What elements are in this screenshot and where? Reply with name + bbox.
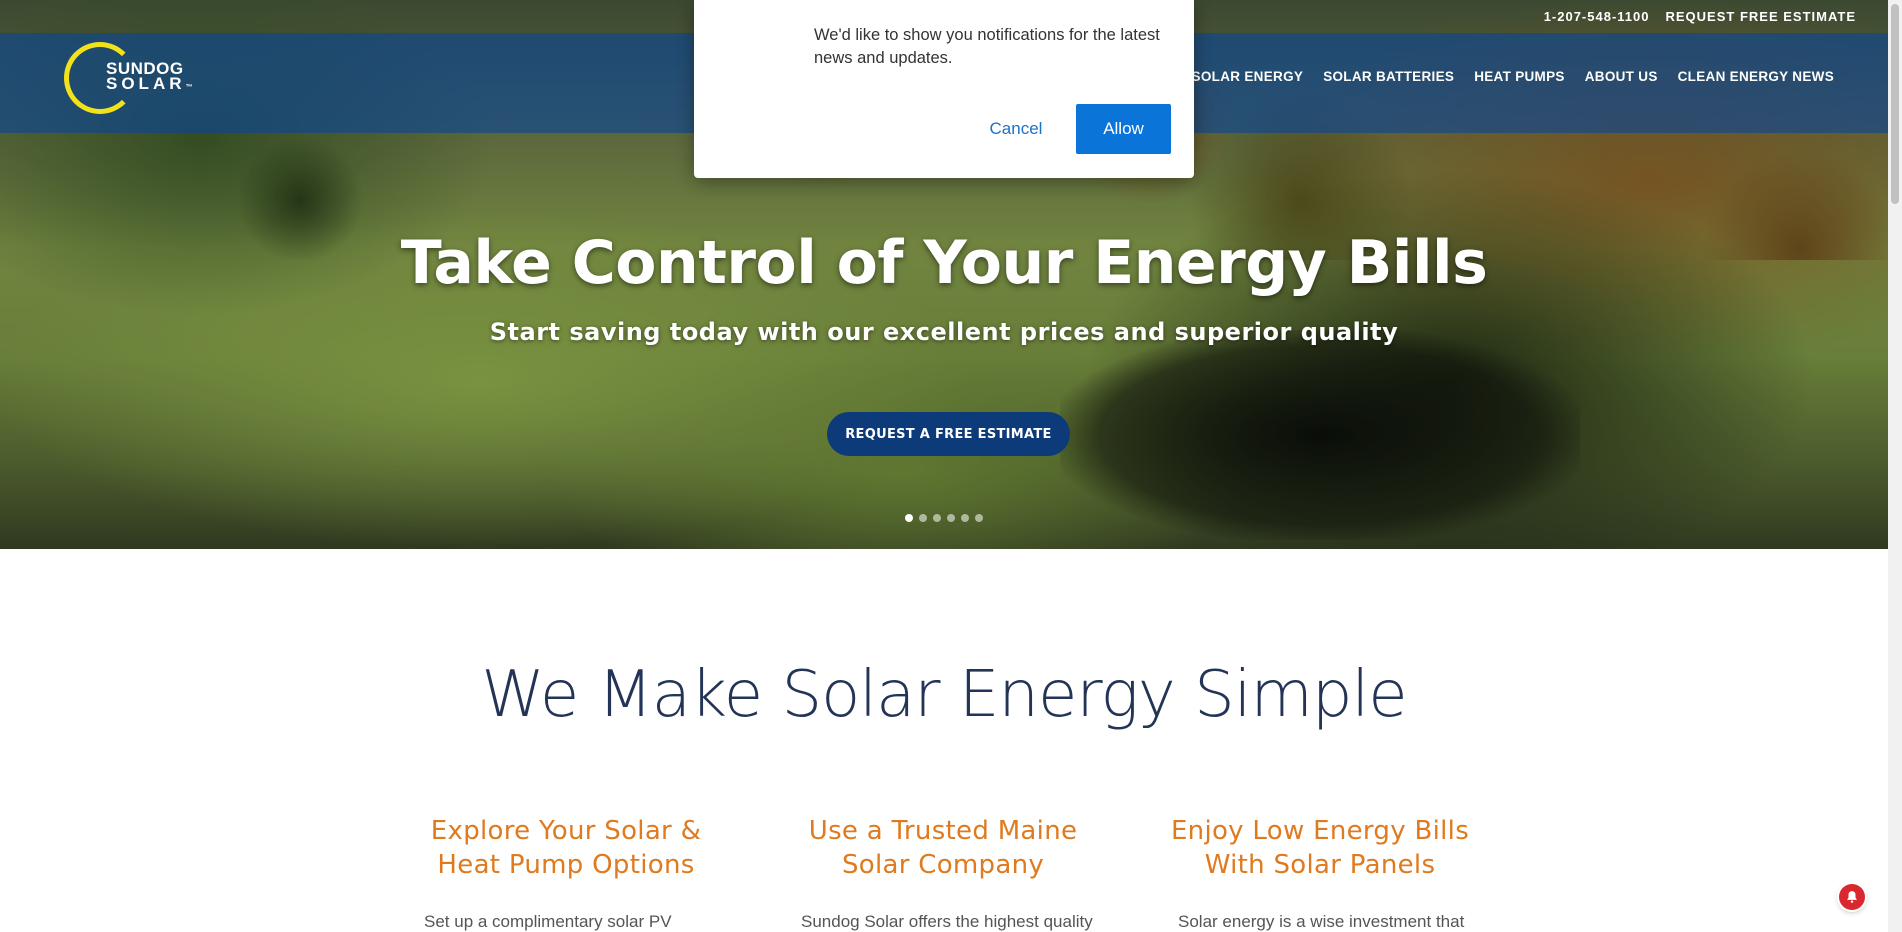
carousel-dots — [905, 514, 983, 522]
notification-permission-popup: We'd like to show you notifications for … — [694, 0, 1194, 178]
nav-heat-pumps[interactable]: HEAT PUMPS — [1474, 69, 1565, 84]
feature-body-trusted: Sundog Solar offers the highest quality — [801, 912, 1093, 931]
scrollbar-thumb[interactable] — [1891, 4, 1899, 204]
bell-glyph-icon — [1847, 891, 1857, 903]
feature-body-options: Set up a complimentary solar PV — [424, 912, 672, 931]
feature-title-trusted: Use a Trusted Maine Solar Company — [808, 816, 1078, 880]
feature-column-options: Explore Your Solar & Heat Pump Options S… — [416, 814, 716, 932]
feature-title-low-bills: Enjoy Low Energy Bills With Solar Panels — [1170, 816, 1470, 880]
carousel-dot-1[interactable] — [905, 514, 913, 522]
nav-clean-energy-news[interactable]: CLEAN ENERGY NEWS — [1678, 69, 1834, 84]
feature-column-low-bills: Enjoy Low Energy Bills With Solar Panels… — [1170, 814, 1470, 932]
top-estimate-link[interactable]: REQUEST FREE ESTIMATE — [1666, 9, 1857, 24]
carousel-dot-6[interactable] — [975, 514, 983, 522]
request-estimate-button[interactable]: REQUEST A FREE ESTIMATE — [827, 412, 1070, 456]
logo-text: SUNDOG SOLAR™ — [106, 60, 193, 95]
section-headline: We Make Solar Energy Simple — [481, 658, 1407, 732]
sundog-solar-logo[interactable]: SUNDOG SOLAR™ — [64, 42, 194, 118]
popup-message: We'd like to show you notifications for … — [814, 26, 1160, 67]
carousel-dot-2[interactable] — [919, 514, 927, 522]
popup-cancel-button[interactable]: Cancel — [976, 104, 1056, 154]
phone-link[interactable]: 1-207-548-1100 — [1544, 9, 1650, 24]
nav-solar-batteries[interactable]: SOLAR BATTERIES — [1323, 69, 1454, 84]
hero-title: Take Control of Your Energy Bills — [400, 228, 1488, 298]
page-scrollbar[interactable] — [1888, 0, 1902, 932]
notification-bell-icon[interactable] — [1839, 884, 1865, 910]
feature-column-trusted: Use a Trusted Maine Solar Company Sundog… — [793, 814, 1093, 932]
hero-subtitle: Start saving today with our excellent pr… — [489, 318, 1399, 346]
logo-line2: SOLAR™ — [106, 74, 193, 93]
carousel-dot-4[interactable] — [947, 514, 955, 522]
nav-about-us[interactable]: ABOUT US — [1585, 69, 1658, 84]
popup-allow-button[interactable]: Allow — [1076, 104, 1171, 154]
primary-nav: ERCIAL SOLAR ENERGY SOLAR BATTERIES HEAT… — [1136, 69, 1834, 84]
feature-body-low-bills: Solar energy is a wise investment that — [1178, 912, 1465, 931]
carousel-dot-3[interactable] — [933, 514, 941, 522]
feature-title-options: Explore Your Solar & Heat Pump Options — [430, 816, 702, 880]
carousel-dot-5[interactable] — [961, 514, 969, 522]
